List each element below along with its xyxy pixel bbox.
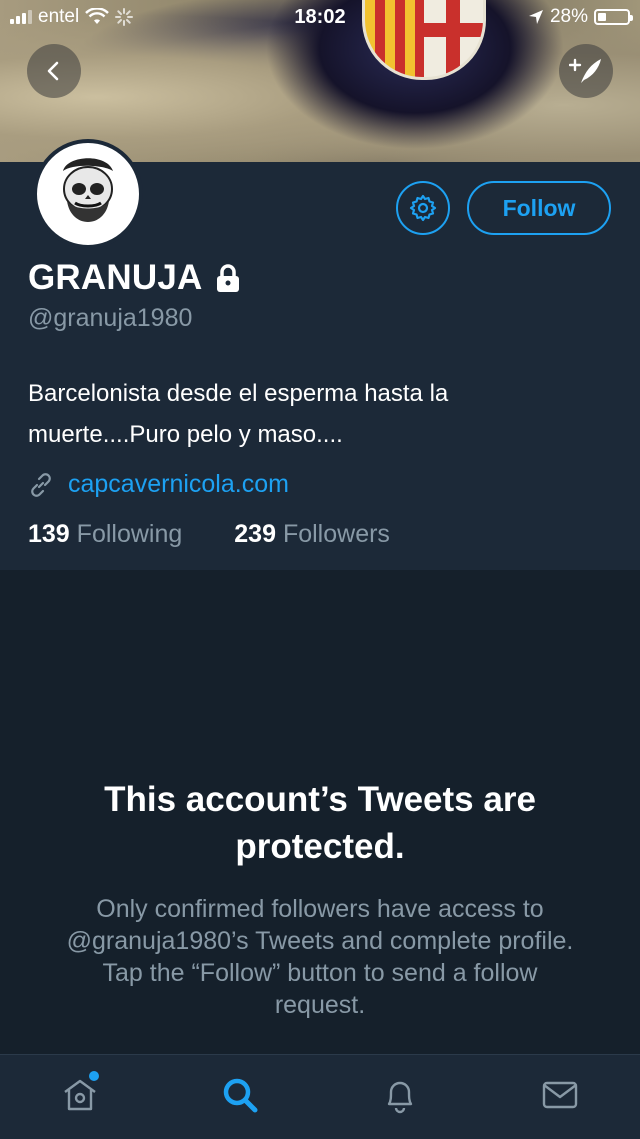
compose-tweet-button[interactable] — [559, 44, 613, 98]
back-button[interactable] — [27, 44, 81, 98]
home-icon — [64, 1079, 96, 1111]
follow-stats: 139 Following 239 Followers — [28, 520, 390, 549]
compose-tweet-icon — [569, 58, 601, 83]
lock-icon — [217, 264, 240, 292]
link-icon — [31, 472, 51, 497]
profile-name-row: GRANUJA — [28, 258, 242, 298]
skull-avatar-graphic — [63, 158, 113, 222]
search-icon — [223, 1078, 258, 1113]
chevron-left-icon — [47, 61, 59, 81]
following-count: 139 — [28, 520, 70, 548]
protected-title: This account’s Tweets are protected. — [104, 780, 536, 866]
home-new-content-dot — [89, 1071, 99, 1081]
followers-count: 239 — [234, 520, 276, 548]
gear-icon — [409, 194, 437, 222]
battery-icon — [594, 9, 633, 25]
website-link[interactable]: capcavernicola.com — [68, 470, 289, 499]
battery-percent: 28% — [549, 6, 588, 27]
status-right: 28% — [528, 6, 633, 28]
tab-search[interactable] — [218, 1073, 262, 1117]
avatar[interactable] — [33, 139, 143, 249]
location-arrow-icon — [528, 10, 543, 24]
profile-website-row[interactable]: capcavernicola.com — [28, 470, 289, 499]
display-name: GRANUJA — [28, 258, 203, 297]
followers-label: Followers — [282, 520, 390, 548]
bottom-tab-bar — [0, 1054, 640, 1139]
bell-icon — [387, 1081, 413, 1114]
follow-button[interactable]: Follow — [467, 181, 611, 235]
following-label: Following — [76, 520, 183, 548]
settings-button[interactable] — [396, 181, 450, 235]
protected-description: Only confirmed followers have access to … — [66, 895, 574, 1019]
tab-messages[interactable] — [538, 1073, 582, 1117]
tab-notifications[interactable] — [378, 1073, 422, 1117]
following-stat[interactable]: 139 Following — [28, 520, 182, 549]
mail-icon — [542, 1081, 578, 1109]
profile-bio: Barcelonista desde el esperma hasta la m… — [28, 380, 449, 448]
followers-stat[interactable]: 239 Followers — [234, 520, 390, 549]
profile-handle: @granuja1980 — [28, 304, 193, 332]
status-bar: entel 18:02 28% — [0, 0, 640, 36]
